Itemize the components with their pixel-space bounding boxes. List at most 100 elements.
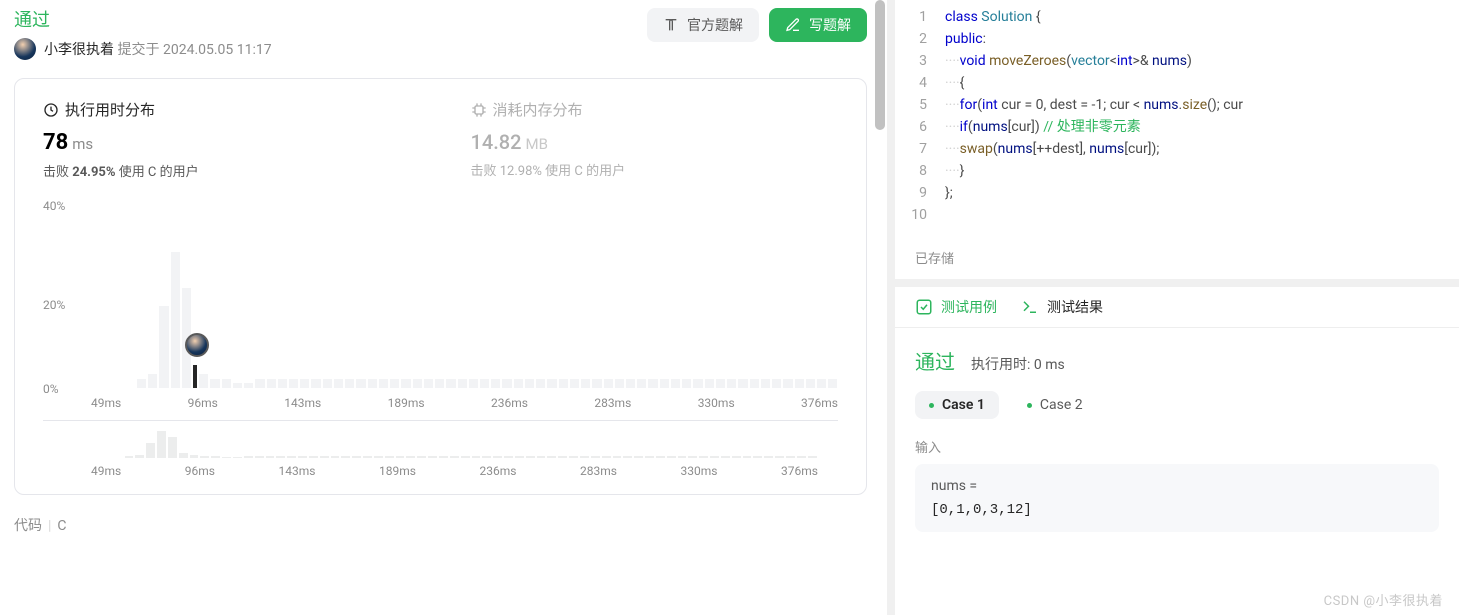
code-content[interactable]: ····swap(nums[++dest], nums[cur]); <box>945 138 1459 160</box>
avatar[interactable] <box>14 38 36 60</box>
code-line[interactable]: 10 <box>895 204 1459 226</box>
chart-bar[interactable] <box>502 379 511 388</box>
brush-bar[interactable] <box>222 457 231 458</box>
brush-bar[interactable] <box>580 456 589 458</box>
code-line[interactable]: 8····} <box>895 160 1459 182</box>
chart-bar[interactable] <box>514 379 523 388</box>
code-line[interactable]: 6····if(nums[cur]) // 处理非零元素 <box>895 116 1459 138</box>
chart-bar[interactable] <box>356 379 365 388</box>
chart-bar[interactable] <box>772 379 781 388</box>
brush-bar[interactable] <box>211 456 220 458</box>
brush-bar[interactable] <box>808 456 817 458</box>
brush-bar[interactable] <box>656 456 665 458</box>
brush-bar[interactable] <box>688 456 697 458</box>
brush-bar[interactable] <box>493 456 502 458</box>
brush-bar[interactable] <box>537 456 546 458</box>
chart-bar[interactable] <box>446 379 455 388</box>
brush-bar[interactable] <box>634 456 643 458</box>
chart-bar[interactable] <box>648 379 657 388</box>
brush-bar[interactable] <box>255 456 264 458</box>
chart-bar[interactable] <box>255 379 264 388</box>
chart-bar[interactable] <box>278 379 287 388</box>
brush-bar[interactable] <box>168 437 177 458</box>
left-scrollbar[interactable] <box>873 0 887 615</box>
chart-bar[interactable] <box>323 379 332 388</box>
chart-bar[interactable] <box>345 379 354 388</box>
brush-bar[interactable] <box>461 456 470 458</box>
brush-bar[interactable] <box>200 456 209 458</box>
brush-bar[interactable] <box>743 456 752 458</box>
brush-bar[interactable] <box>341 456 350 458</box>
brush-bar[interactable] <box>320 456 329 458</box>
chart-bar[interactable] <box>828 379 837 388</box>
brush-bar[interactable] <box>266 456 275 458</box>
brush-bar[interactable] <box>298 456 307 458</box>
brush-bar[interactable] <box>135 455 144 458</box>
chart-bar[interactable] <box>401 379 410 388</box>
brush-bar[interactable] <box>732 456 741 458</box>
brush-bar[interactable] <box>439 456 448 458</box>
runtime-col[interactable]: 执行用时分布 78ms 击败 24.95% 使用 C 的用户 <box>43 99 411 180</box>
brush-bar[interactable] <box>547 456 556 458</box>
write-solution-button[interactable]: 写题解 <box>769 8 867 42</box>
brush-bar[interactable] <box>526 456 535 458</box>
brush-bar[interactable] <box>276 456 285 458</box>
chart-bar[interactable] <box>424 379 433 388</box>
runtime-chart[interactable]: 40% 20% 0% 49ms96ms143ms189ms236ms283ms3… <box>43 200 838 410</box>
brush-bar[interactable] <box>406 456 415 458</box>
code-content[interactable] <box>945 204 1459 226</box>
chart-bar[interactable] <box>171 252 180 389</box>
chart-bar[interactable] <box>300 379 309 388</box>
brush-bar[interactable] <box>504 456 513 458</box>
code-line[interactable]: 9}; <box>895 182 1459 204</box>
chart-bar[interactable] <box>727 379 736 388</box>
brush-bar[interactable] <box>558 456 567 458</box>
brush-bar[interactable] <box>125 456 134 458</box>
code-content[interactable]: ····void moveZeroes(vector<int>& nums) <box>945 50 1459 72</box>
chart-bar[interactable] <box>536 379 545 388</box>
brush-bar[interactable] <box>331 456 340 458</box>
brush-bar[interactable] <box>396 456 405 458</box>
chart-bar[interactable] <box>469 379 478 388</box>
brush-bar[interactable] <box>613 456 622 458</box>
brush-bar[interactable] <box>309 456 318 458</box>
case-tab-2[interactable]: Case 2 <box>1013 391 1097 419</box>
chart-bar[interactable] <box>547 379 556 388</box>
chart-bar[interactable] <box>379 379 388 388</box>
chart-bar[interactable] <box>817 379 826 388</box>
chart-bar[interactable] <box>693 379 702 388</box>
chart-bar[interactable] <box>604 379 613 388</box>
brush-bar[interactable] <box>775 456 784 458</box>
brush-bar[interactable] <box>352 456 361 458</box>
brush-bar[interactable] <box>786 456 795 458</box>
brush-bar[interactable] <box>764 456 773 458</box>
code-line[interactable]: 4····{ <box>895 72 1459 94</box>
code-editor[interactable]: 1class Solution {2public:3····void moveZ… <box>895 0 1459 236</box>
chart-bar[interactable] <box>581 379 590 388</box>
brush-bar[interactable] <box>417 456 426 458</box>
brush-bar[interactable] <box>678 456 687 458</box>
chart-bar[interactable] <box>570 379 579 388</box>
brush-bar[interactable] <box>482 456 491 458</box>
brush-bar[interactable] <box>244 456 253 458</box>
brush-bar[interactable] <box>623 456 632 458</box>
chart-bar[interactable] <box>159 306 168 388</box>
chart-bar[interactable] <box>368 379 377 388</box>
case-tab-1[interactable]: Case 1 <box>915 391 999 419</box>
code-line[interactable]: 2public: <box>895 28 1459 50</box>
brush-bar[interactable] <box>146 443 155 459</box>
chart-bar[interactable] <box>458 379 467 388</box>
chart-bar[interactable] <box>806 379 815 388</box>
code-line[interactable]: 3····void moveZeroes(vector<int>& nums) <box>895 50 1459 72</box>
code-content[interactable]: public: <box>945 28 1459 50</box>
chart-bar[interactable] <box>222 379 231 388</box>
official-solution-button[interactable]: 官方题解 <box>647 8 759 42</box>
chart-bar[interactable] <box>626 379 635 388</box>
chart-bar[interactable] <box>750 379 759 388</box>
brush-bar[interactable] <box>385 456 394 458</box>
brush-bar[interactable] <box>515 456 524 458</box>
chart-bar[interactable] <box>137 379 146 388</box>
brush-bar[interactable] <box>602 456 611 458</box>
brush-bar[interactable] <box>450 456 459 458</box>
chart-bar[interactable] <box>148 374 157 388</box>
